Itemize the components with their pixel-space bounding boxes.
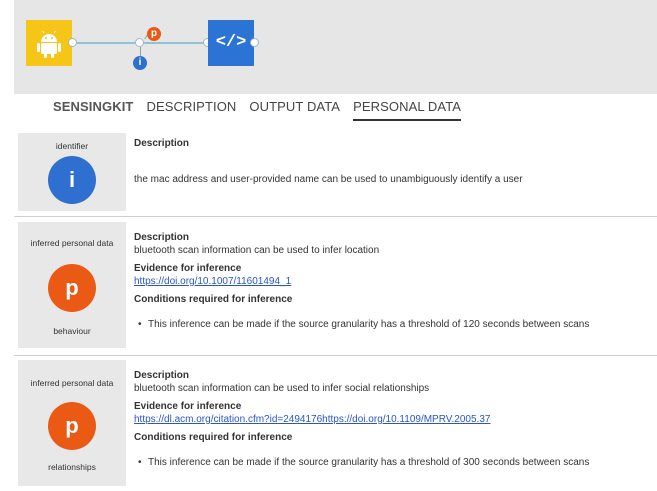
item-type-label: identifier [55, 141, 89, 151]
section-divider [14, 355, 657, 356]
condition-item: This inference can be made if the source… [134, 456, 654, 469]
tab-personal-data[interactable]: PERSONAL DATA [353, 99, 462, 121]
item-type-panel: identifier i [18, 133, 126, 211]
personal-data-item-identifier: identifier i Description the mac address… [14, 133, 657, 213]
android-output-port[interactable] [68, 38, 77, 47]
conditions-heading: Conditions required for inference [134, 294, 293, 305]
tab-output-data[interactable]: OUTPUT DATA [249, 99, 340, 121]
section-divider [14, 216, 657, 217]
item-type-panel: inferred personal data p relationships [18, 360, 126, 486]
item-type-label: inferred personal data [30, 378, 114, 388]
tab-bar: SENSINGKIT DESCRIPTION OUTPUT DATA PERSO… [53, 99, 462, 121]
item-details: Description the mac address and user-pro… [134, 138, 654, 186]
inference-category-label: relationships [48, 462, 96, 472]
evidence-link[interactable]: https://dl.acm.org/citation.cfm?id=24941… [134, 413, 654, 426]
item-details: Description bluetooth scan information c… [134, 232, 654, 331]
item-type-label: inferred personal data [30, 238, 114, 248]
description-text: the mac address and user-provided name c… [134, 174, 523, 185]
description-heading: Description [134, 370, 190, 381]
condition-item: This inference can be made if the source… [134, 318, 654, 331]
evidence-link[interactable]: https://doi.org/10.1007/11601494_1 [134, 275, 654, 288]
android-icon [37, 30, 61, 58]
personal-data-badge[interactable]: p [147, 27, 161, 41]
personal-data-item-behaviour: inferred personal data p behaviour Descr… [14, 222, 657, 350]
wire-midpoint-port[interactable] [135, 38, 144, 47]
description-heading: Description [134, 138, 190, 149]
personal-data-item-relationships: inferred personal data p relationships D… [14, 360, 657, 488]
item-details: Description bluetooth scan information c… [134, 370, 654, 469]
identifier-badge[interactable]: i [133, 56, 147, 70]
inference-category-label: behaviour [53, 326, 91, 336]
description-text: bluetooth scan information can be used t… [134, 245, 380, 256]
identifier-icon: i [48, 156, 96, 204]
pipeline-canvas: p i </> [14, 0, 657, 94]
evidence-heading: Evidence for inference [134, 401, 242, 412]
description-text: bluetooth scan information can be used t… [134, 383, 430, 394]
code-icon: </> [215, 33, 247, 52]
description-heading: Description [134, 232, 190, 243]
tab-description[interactable]: DESCRIPTION [146, 99, 236, 121]
code-processor-node[interactable]: </> [208, 20, 254, 66]
tab-sensingkit[interactable]: SENSINGKIT [53, 99, 133, 121]
item-type-panel: inferred personal data p behaviour [18, 222, 126, 348]
code-output-port[interactable] [250, 38, 259, 47]
conditions-heading: Conditions required for inference [134, 432, 293, 443]
android-source-node[interactable] [26, 20, 72, 66]
evidence-heading: Evidence for inference [134, 263, 242, 274]
inference-icon: p [48, 264, 96, 312]
inference-icon: p [48, 402, 96, 450]
